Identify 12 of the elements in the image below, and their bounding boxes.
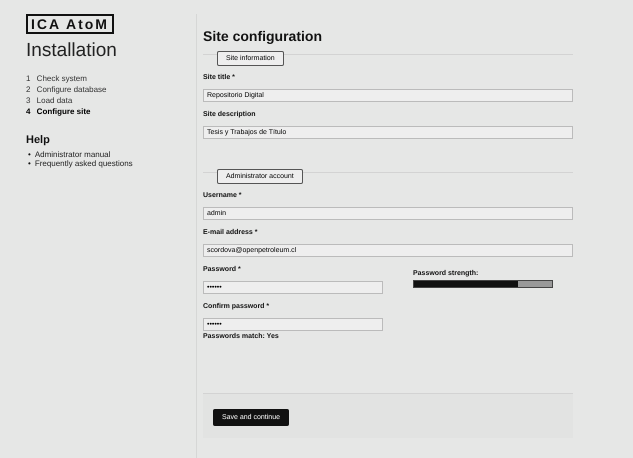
help-title: Help — [26, 134, 51, 146]
help-link[interactable]: Frequently asked questions — [34, 159, 133, 168]
step-item: 2 Configure database — [26, 85, 108, 94]
page-title: Site configuration — [203, 28, 323, 44]
logo: ICA AtoM — [26, 14, 114, 34]
bullet: • — [28, 150, 31, 159]
sidebar-title: Installation — [26, 40, 118, 62]
step-item: 4 Configure site — [26, 107, 92, 116]
bullet: • — [28, 159, 31, 168]
help-link[interactable]: Administrator manual — [34, 150, 110, 159]
step-item: 3 Load data — [26, 96, 74, 105]
step-item: 1 Check system — [26, 74, 88, 83]
